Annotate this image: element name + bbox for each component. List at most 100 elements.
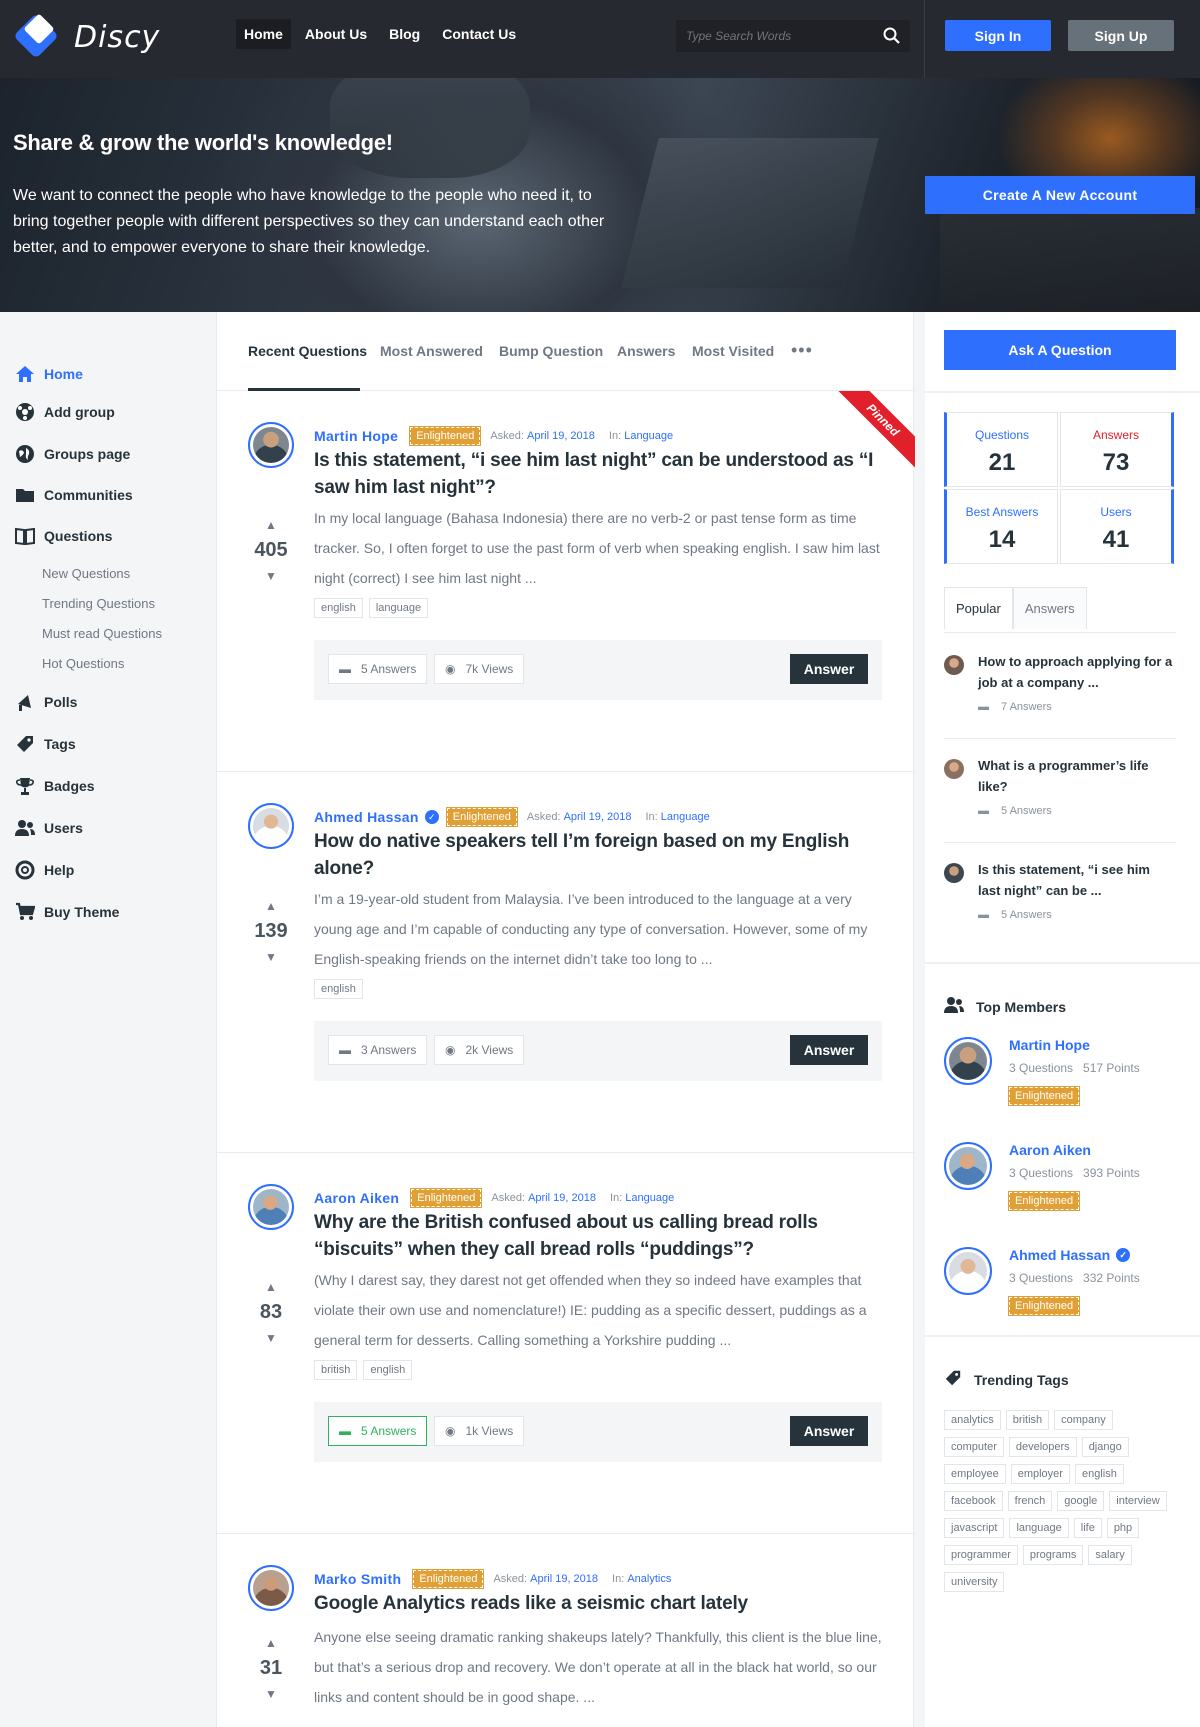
avatar[interactable]	[944, 1142, 992, 1190]
question-date[interactable]: April 19, 2018	[564, 811, 632, 823]
tab-most-visited[interactable]: Most Visited	[692, 343, 774, 359]
tag-chip[interactable]: language	[368, 598, 429, 618]
nav-home[interactable]: Home	[236, 19, 291, 49]
avatar[interactable]	[944, 655, 964, 675]
sidebar-item-buy-theme[interactable]: Buy Theme	[14, 901, 119, 923]
sidebar-item-home[interactable]: Home	[14, 363, 83, 385]
tag-chip[interactable]: english	[363, 1360, 413, 1380]
downvote-icon[interactable]: ▼	[248, 1687, 294, 1701]
upvote-icon[interactable]: ▲	[248, 899, 294, 913]
tag-chip[interactable]: facebook	[944, 1491, 1003, 1511]
question-title[interactable]: Google Analytics reads like a seismic ch…	[314, 1590, 874, 1617]
author-name[interactable]: Martin Hope	[314, 428, 398, 444]
tag-chip[interactable]: analytics	[944, 1410, 1001, 1430]
tab-bump-question[interactable]: Bump Question	[499, 343, 603, 359]
tag-chip[interactable]: programmer	[944, 1545, 1018, 1565]
tag-chip[interactable]: employer	[1010, 1464, 1070, 1484]
sign-up-button[interactable]: Sign Up	[1068, 20, 1174, 51]
member-name[interactable]: Ahmed Hassan ✓	[1009, 1247, 1131, 1263]
nav-blog[interactable]: Blog	[381, 19, 428, 49]
sidebar-item-badges[interactable]: Badges	[14, 775, 95, 797]
tag-chip[interactable]: interview	[1109, 1491, 1167, 1511]
tab-popular[interactable]: Popular	[944, 587, 1013, 629]
question-title[interactable]: Is this statement, “i see him last night…	[314, 447, 874, 501]
sidebar-sub-must-read-questions[interactable]: Must read Questions	[42, 626, 162, 641]
answer-button[interactable]: Answer	[790, 1416, 868, 1446]
question-title[interactable]: How do native speakers tell I’m foreign …	[314, 828, 874, 882]
member-name[interactable]: Martin Hope	[1009, 1037, 1090, 1053]
downvote-icon[interactable]: ▼	[248, 569, 294, 583]
upvote-icon[interactable]: ▲	[248, 518, 294, 532]
answers-count-button[interactable]: ▬ 5 Answers	[328, 1416, 428, 1446]
tag-chip[interactable]: english	[314, 979, 363, 999]
sidebar-sub-trending-questions[interactable]: Trending Questions	[42, 596, 155, 611]
author-name[interactable]: Aaron Aiken	[314, 1190, 399, 1206]
popular-question-title[interactable]: How to approach applying for a job at a …	[978, 651, 1174, 693]
sidebar-item-users[interactable]: Users	[14, 817, 83, 839]
avatar[interactable]	[248, 1184, 294, 1230]
nav-about[interactable]: About Us	[297, 19, 375, 49]
question-title[interactable]: Why are the British confused about us ca…	[314, 1209, 874, 1263]
tag-chip[interactable]: javascript	[944, 1518, 1005, 1538]
question-date[interactable]: April 19, 2018	[527, 430, 595, 442]
search-icon[interactable]	[883, 27, 900, 49]
question-date[interactable]: April 19, 2018	[528, 1192, 596, 1204]
nav-contact[interactable]: Contact Us	[434, 19, 524, 49]
ask-question-button[interactable]: Ask A Question	[944, 330, 1176, 370]
author-name[interactable]: Marko Smith	[314, 1571, 401, 1587]
tag-chip[interactable]: php	[1106, 1518, 1140, 1538]
question-date[interactable]: April 19, 2018	[530, 1573, 598, 1585]
sidebar-item-tags[interactable]: Tags	[14, 733, 76, 755]
tag-chip[interactable]: google	[1057, 1491, 1105, 1511]
answer-button[interactable]: Answer	[790, 654, 868, 684]
answers-count-button[interactable]: ▬ 5 Answers	[328, 654, 428, 684]
tag-chip[interactable]: french	[1007, 1491, 1053, 1511]
avatar[interactable]	[248, 422, 294, 468]
question-category[interactable]: Analytics	[627, 1573, 671, 1585]
avatar[interactable]	[248, 1565, 294, 1611]
author-name[interactable]: Ahmed Hassan	[314, 809, 419, 825]
tag-chip[interactable]: english	[314, 598, 363, 618]
popular-question-title[interactable]: What is a programmer’s life like?	[978, 755, 1174, 797]
avatar[interactable]	[944, 863, 964, 883]
more-tabs-icon[interactable]: •••	[791, 340, 813, 361]
avatar[interactable]	[944, 1247, 992, 1295]
answer-button[interactable]: Answer	[790, 1035, 868, 1065]
tag-chip[interactable]: life	[1073, 1518, 1102, 1538]
downvote-icon[interactable]: ▼	[248, 1331, 294, 1345]
sidebar-item-polls[interactable]: Polls	[14, 691, 77, 713]
popular-question-title[interactable]: Is this statement, “i see him last night…	[978, 859, 1174, 901]
question-category[interactable]: Language	[625, 1192, 674, 1204]
tab-recent-questions[interactable]: Recent Questions	[248, 343, 367, 359]
answers-count-button[interactable]: ▬ 3 Answers	[328, 1035, 428, 1065]
sidebar-sub-new-questions[interactable]: New Questions	[42, 566, 130, 581]
create-account-button[interactable]: Create A New Account	[925, 176, 1195, 214]
sidebar-item-questions[interactable]: Questions	[14, 525, 112, 547]
sign-in-button[interactable]: Sign In	[945, 20, 1051, 51]
member-name[interactable]: Aaron Aiken	[1009, 1142, 1091, 1158]
tag-chip[interactable]: company	[1054, 1410, 1113, 1430]
sidebar-sub-hot-questions[interactable]: Hot Questions	[42, 656, 124, 671]
tab-most-answered[interactable]: Most Answered	[380, 343, 483, 359]
avatar[interactable]	[248, 803, 294, 849]
tag-chip[interactable]: language	[1009, 1518, 1069, 1538]
tag-chip[interactable]: django	[1081, 1437, 1129, 1457]
question-category[interactable]: Language	[661, 811, 710, 823]
tag-chip[interactable]: british	[1005, 1410, 1050, 1430]
sidebar-item-communities[interactable]: Communities	[14, 484, 133, 506]
tag-chip[interactable]: employee	[944, 1464, 1006, 1484]
upvote-icon[interactable]: ▲	[248, 1280, 294, 1294]
sidebar-item-groups-page[interactable]: Groups page	[14, 443, 130, 465]
tag-chip[interactable]: english	[1074, 1464, 1124, 1484]
tag-chip[interactable]: university	[944, 1572, 1005, 1592]
sidebar-item-help[interactable]: Help	[14, 859, 74, 881]
tag-chip[interactable]: developers	[1008, 1437, 1077, 1457]
sidebar-item-add-group[interactable]: Add group	[14, 401, 115, 423]
logo[interactable]: Discy	[12, 12, 160, 62]
tag-chip[interactable]: salary	[1088, 1545, 1132, 1565]
question-category[interactable]: Language	[624, 430, 673, 442]
tab-answers-side[interactable]: Answers	[1012, 587, 1087, 629]
tab-answers[interactable]: Answers	[617, 343, 675, 359]
tag-chip[interactable]: british	[314, 1360, 358, 1380]
upvote-icon[interactable]: ▲	[248, 1636, 294, 1650]
